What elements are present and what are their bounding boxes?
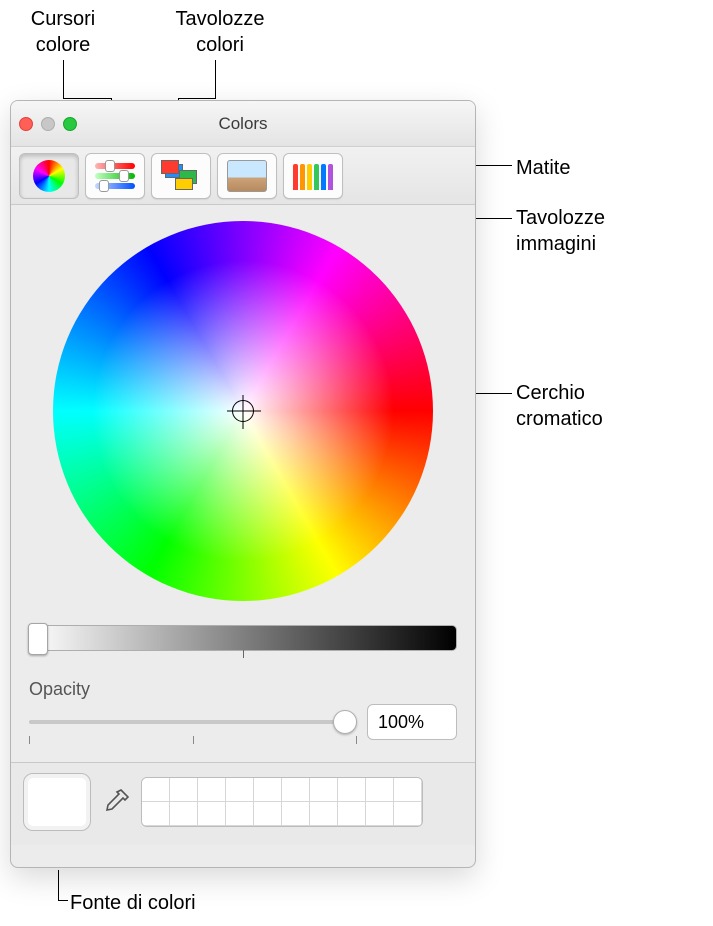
opacity-thumb[interactable]: [333, 710, 357, 734]
slider-track: [29, 720, 357, 724]
swatch-cell[interactable]: [310, 778, 338, 802]
colors-window: Colors: [10, 100, 476, 868]
eyedropper-button[interactable]: [101, 787, 131, 817]
slider-tick: [29, 736, 30, 744]
window-title: Colors: [218, 114, 267, 134]
image-icon: [227, 160, 267, 192]
callout-line: [58, 900, 68, 901]
tab-pencils[interactable]: [283, 153, 343, 199]
callout-sliders: Cursori colore: [18, 6, 108, 58]
wheel-area: [11, 205, 475, 601]
callout-line: [215, 60, 216, 98]
swatch-cell[interactable]: [226, 778, 254, 802]
pencils-icon: [293, 160, 333, 192]
swatch-cell[interactable]: [170, 778, 198, 802]
toolbar: [11, 147, 475, 205]
swatch-cell[interactable]: [198, 802, 226, 826]
swatch-cell[interactable]: [282, 802, 310, 826]
swatch-cell[interactable]: [254, 802, 282, 826]
swatch-cell[interactable]: [142, 802, 170, 826]
opacity-label: Opacity: [29, 679, 457, 700]
callout-palettes: Tavolozze colori: [165, 6, 275, 58]
zoom-button[interactable]: [63, 117, 77, 131]
brightness-thumb[interactable]: [28, 623, 48, 655]
titlebar[interactable]: Colors: [11, 101, 475, 147]
callout-pencils: Matite: [516, 155, 570, 181]
opacity-row: [29, 704, 457, 740]
sliders-icon: [95, 160, 135, 192]
callout-line: [58, 870, 59, 900]
opacity-input[interactable]: [367, 704, 457, 740]
swatch-cell[interactable]: [338, 802, 366, 826]
swatch-cell[interactable]: [366, 778, 394, 802]
tab-image-palettes[interactable]: [217, 153, 277, 199]
swatch-cell[interactable]: [310, 802, 338, 826]
swatch-cell[interactable]: [394, 778, 422, 802]
callout-image: Tavolozze immagini: [516, 205, 605, 257]
brightness-slider[interactable]: [29, 625, 457, 651]
traffic-lights: [19, 117, 77, 131]
callout-line: [178, 98, 216, 99]
minimize-button[interactable]: [41, 117, 55, 131]
tab-color-sliders[interactable]: [85, 153, 145, 199]
callout-line: [63, 60, 64, 98]
tab-color-palettes[interactable]: [151, 153, 211, 199]
wheel-cursor-icon[interactable]: [232, 400, 254, 422]
callout-well: Fonte di colori: [70, 890, 196, 916]
swatch-cell[interactable]: [282, 778, 310, 802]
color-wheel-icon: [29, 160, 69, 192]
slider-tick: [193, 736, 194, 744]
callout-line: [63, 98, 111, 99]
callout-wheel: Cerchio cromatico: [516, 380, 603, 432]
color-well[interactable]: [23, 773, 91, 831]
opacity-slider[interactable]: [29, 708, 357, 736]
swatch-bar: [11, 762, 475, 845]
swatch-cell[interactable]: [338, 778, 366, 802]
swatch-cell[interactable]: [142, 778, 170, 802]
swatch-cell[interactable]: [254, 778, 282, 802]
swatch-cell[interactable]: [226, 802, 254, 826]
swatch-grid: [141, 777, 423, 827]
swatch-cell[interactable]: [198, 778, 226, 802]
color-wheel[interactable]: [53, 221, 433, 601]
swatch-cell[interactable]: [366, 802, 394, 826]
palettes-icon: [161, 160, 201, 192]
slider-tick: [243, 650, 244, 658]
tab-color-wheel[interactable]: [19, 153, 79, 199]
close-button[interactable]: [19, 117, 33, 131]
slider-tick: [356, 736, 357, 744]
eyedropper-icon: [101, 787, 131, 817]
swatch-cell[interactable]: [394, 802, 422, 826]
swatch-cell[interactable]: [170, 802, 198, 826]
